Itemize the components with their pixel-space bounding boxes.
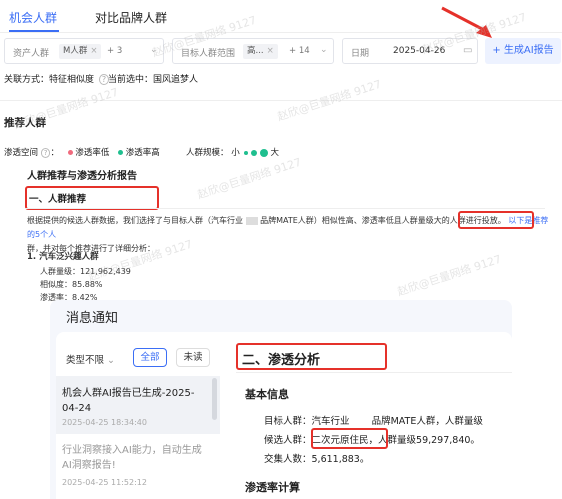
all-filter-button[interactable]: 全部 <box>133 348 167 367</box>
annotation-arrow-icon <box>441 6 492 38</box>
penetration-legend: 渗透空间 ?： 渗透率低 渗透率高 <box>4 148 160 158</box>
date-picker[interactable]: 日期 2025-04-26 ▭ <box>342 38 478 64</box>
report-stat-row: 人群量级：121,962,439 <box>40 266 131 277</box>
help-icon: ? <box>40 148 51 158</box>
target-row-a: 目标人群：汽车行业 <box>264 416 350 427</box>
high-label: 渗透率高 <box>125 148 160 158</box>
chevron-down-icon[interactable]: ⌄ <box>320 45 328 55</box>
current-selection: 当前选中：国风追梦人 <box>108 75 199 85</box>
asset-crowd-tag[interactable]: M人群 × <box>59 44 102 59</box>
candidate-highlight-box <box>311 428 388 449</box>
section2-highlight-box <box>236 343 387 370</box>
detail-divider <box>236 372 512 373</box>
scale-label: 人群规模： <box>186 148 229 158</box>
calendar-icon[interactable]: ▭ <box>463 45 472 56</box>
asset-tag-label: M人群 <box>63 46 88 56</box>
redacted-block <box>245 216 258 225</box>
report-divider <box>25 208 545 209</box>
chevron-down-icon: ⌄ <box>107 355 116 366</box>
notice-title: 消息通知 <box>66 311 119 326</box>
scale-large: 大 <box>270 148 280 158</box>
basic-info-title: 基本信息 <box>245 388 289 401</box>
notice-item-title[interactable]: 行业洞察接入AI能力，自动生成AI洞察报告! <box>62 443 210 473</box>
recommend-title: 推荐人群 <box>4 117 46 129</box>
penetration-label: 渗透空间 <box>4 148 39 158</box>
overlap-row: 交集人数：5,611,883。 <box>264 454 370 465</box>
highlight-box <box>458 211 534 229</box>
generate-ai-report-button[interactable]: + 生成AI报告 <box>485 38 561 64</box>
scale-dot-icon <box>244 150 249 155</box>
close-icon[interactable]: × <box>267 46 274 56</box>
high-dot-icon <box>118 150 124 155</box>
type-filter-label: 类型不限 <box>66 355 105 366</box>
stat-value: 121,962,439 <box>80 267 131 276</box>
unread-filter-button[interactable]: 未读 <box>176 348 210 367</box>
type-filter-select[interactable]: 类型不限 ⌄ <box>66 352 115 366</box>
asset-crowd-more: + 3 <box>107 46 123 56</box>
target-crowd-placeholder: 目标人群范围 <box>181 49 236 59</box>
scale-small: 小 <box>231 148 240 158</box>
target-crowd-select[interactable]: 目标人群范围 高... × + 14 ⌄ <box>172 38 334 64</box>
asset-crowd-placeholder: 资产人群 <box>13 49 50 59</box>
target-tag-label: 高... <box>247 46 264 56</box>
tab-compare-brand-crowd[interactable]: 对比品牌人群 <box>95 9 167 26</box>
tab-opportunity-crowd[interactable]: 机会人群 <box>9 9 57 26</box>
scale-dot-icon <box>259 148 268 157</box>
target-row: 目标人群：汽车行业 品牌MATE人群，人群量级 <box>264 413 483 427</box>
report-title: 人群推荐与渗透分析报告 <box>27 171 137 182</box>
scale-dot-icon <box>251 149 258 156</box>
close-icon[interactable]: × <box>90 46 97 56</box>
report-stat-row: 相似度：85.88% <box>40 279 103 290</box>
chevron-down-icon[interactable]: ⌄ <box>150 45 158 55</box>
section1-highlight-box <box>25 186 159 210</box>
scale-legend: 人群规模： 小 大 <box>186 146 279 158</box>
rate-title: 渗透率计算 <box>245 481 300 494</box>
report-item-title: 1. 汽车泛兴趣人群 <box>27 252 99 262</box>
notice-item-time: 2025-04-25 11:52:12 <box>62 478 147 487</box>
date-label: 日期 <box>351 49 370 59</box>
scrollbar-thumb[interactable] <box>212 378 217 420</box>
target-row-b: 品牌MATE人群，人群量级 <box>371 416 483 427</box>
stat-value: 85.88% <box>72 280 103 289</box>
date-value: 2025-04-26 <box>393 46 446 56</box>
paragraph-part-a: 根据提供的候选人群数据，我们选择了与目标人群（汽车行业 <box>27 216 243 225</box>
stat-label: 相似度： <box>40 280 72 289</box>
notice-item-time: 2025-04-25 18:34:40 <box>62 418 147 427</box>
asset-crowd-select[interactable]: 资产人群 M人群 × + 3 ⌄ <box>4 38 164 64</box>
target-crowd-tag[interactable]: 高... × <box>243 44 278 59</box>
low-dot-icon <box>67 150 73 155</box>
notice-item-title: 机会人群AI报告已生成-2025-04-24 <box>62 388 195 414</box>
target-crowd-more: + 14 <box>289 46 310 56</box>
association-method: 关联方式：特征相似度 ? <box>4 72 110 85</box>
divider <box>0 100 562 101</box>
association-method-label: 关联方式：特征相似度 <box>4 75 95 85</box>
low-label: 渗透率低 <box>75 148 110 158</box>
candidate-label: 候选人群： <box>264 435 312 446</box>
stat-label: 人群量级： <box>40 267 80 276</box>
